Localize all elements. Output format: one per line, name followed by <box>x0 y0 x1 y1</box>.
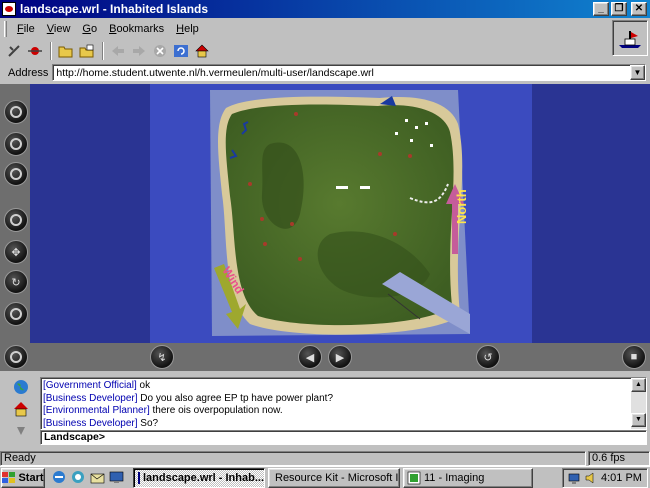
fps-readout: 0.6 fps <box>588 450 650 466</box>
straighten-button[interactable]: ↯ <box>150 345 174 369</box>
chat-input[interactable]: Landscape> <box>40 430 647 445</box>
start-button[interactable]: Start <box>1 467 45 488</box>
menu-help[interactable]: Help <box>170 23 205 35</box>
scroll-up-button[interactable]: ▲ <box>631 378 646 392</box>
chat-author: [Government Official] <box>43 380 137 391</box>
stop-icon[interactable] <box>150 41 170 61</box>
home-icon[interactable] <box>192 41 212 61</box>
plan-mode-button[interactable] <box>4 208 28 232</box>
pan-mode-button[interactable]: ✥ <box>4 240 28 264</box>
chat-message: [Business Developer] Do you also agree E… <box>43 393 644 406</box>
menu-view[interactable]: View <box>41 23 77 35</box>
start-label: Start <box>18 471 44 484</box>
island-scene: North Wind <box>0 84 650 344</box>
navigation-dashboard-left: ✥ ↻ <box>0 84 30 344</box>
menu-bookmarks[interactable]: Bookmarks <box>103 23 170 35</box>
status-text: Ready <box>0 450 586 466</box>
system-tray: 4:01 PM <box>562 467 648 488</box>
task-label: Resource Kit - Microsoft In... <box>275 471 400 484</box>
globe-icon[interactable] <box>12 378 30 396</box>
address-url: http://home.student.utwente.nl/h.vermeul… <box>56 66 374 79</box>
menu-bar: File View Go Bookmarks Help <box>0 19 650 39</box>
chat-message: [Environmental Planner] there ois overpo… <box>43 405 644 418</box>
next-viewpoint-button[interactable]: ▶ <box>328 345 352 369</box>
save-icon[interactable] <box>77 41 97 61</box>
roll-mode-button[interactable] <box>4 302 28 326</box>
quick-launch <box>51 469 125 486</box>
browser-logo-icon <box>612 20 648 56</box>
status-bar: Ready 0.6 fps <box>0 450 650 466</box>
vrml-viewport[interactable]: North Wind <box>0 84 650 344</box>
clock[interactable]: 4:01 PM <box>601 472 642 484</box>
chat-author: [Business Developer] <box>43 417 138 429</box>
task-label: 11 - Imaging <box>424 471 485 484</box>
fly-mode-button[interactable] <box>4 132 28 156</box>
minimize-button[interactable]: _ <box>593 2 609 16</box>
task-resource-kit[interactable]: Resource Kit - Microsoft In... <box>268 467 400 488</box>
chat-author: [Business Developer] <box>43 392 138 404</box>
chat-message: [Government Official] ok <box>43 380 644 393</box>
fit-view-button[interactable]: ■ <box>622 345 646 369</box>
study-mode-button[interactable] <box>4 162 28 186</box>
chat-text: So? <box>140 417 159 429</box>
address-dropdown-button[interactable]: ▼ <box>630 65 645 80</box>
north-label: North <box>454 189 469 224</box>
home-avatar-icon[interactable] <box>12 400 30 418</box>
task-label: landscape.wrl - Inhab... <box>142 471 264 484</box>
windows-logo-icon <box>2 471 16 483</box>
chat-text: Do you also agree EP tp have power plant… <box>140 392 334 404</box>
chat-scrollbar[interactable]: ▲ ▼ <box>631 378 646 429</box>
chat-text: ok <box>139 380 151 391</box>
scroll-down-button[interactable]: ▼ <box>631 413 646 427</box>
title-bar: landscape.wrl - Inhabited Islands _ ❐ ✕ <box>0 0 650 18</box>
network-icon <box>568 473 580 484</box>
navigation-dashboard-bottom: ↯ ◀ ▶ ↺ ■ <box>0 343 650 371</box>
walk-mode-button[interactable] <box>4 100 28 124</box>
task-imaging[interactable]: 11 - Imaging <box>403 467 533 488</box>
address-field[interactable]: http://home.student.utwente.nl/h.vermeul… <box>52 64 646 81</box>
restore-button[interactable]: ❐ <box>611 2 627 16</box>
back-arrow-icon[interactable] <box>108 41 128 61</box>
mail-quicklaunch-icon[interactable] <box>89 469 106 486</box>
turn-mode-button[interactable]: ↻ <box>4 270 28 294</box>
browser-quicklaunch-icon[interactable] <box>51 469 68 486</box>
chat-panel: [Government Official] ok [Business Devel… <box>0 373 650 446</box>
address-label: Address <box>8 66 49 79</box>
desktop-quicklaunch-icon[interactable] <box>108 469 125 486</box>
arrow-down-icon[interactable] <box>12 422 30 440</box>
previous-viewpoint-button[interactable]: ◀ <box>298 345 322 369</box>
link-tool-icon[interactable] <box>4 41 24 61</box>
outlook-quicklaunch-icon[interactable] <box>70 469 87 486</box>
toolbar <box>0 40 610 62</box>
gravity-button[interactable] <box>4 345 28 369</box>
restore-viewpoint-button[interactable]: ↺ <box>476 345 500 369</box>
open-folder-icon[interactable] <box>56 41 76 61</box>
taskbar: Start landscape.wrl - Inhab... Resource … <box>0 466 650 488</box>
address-bar: Address http://home.student.utwente.nl/h… <box>0 63 650 82</box>
app-icon[interactable] <box>2 2 16 16</box>
chat-message: [Business Developer] So? <box>43 417 644 430</box>
chat-log[interactable]: [Government Official] ok [Business Devel… <box>40 377 647 430</box>
menu-grip <box>4 21 7 37</box>
chat-text: there ois overpopulation now. <box>152 405 283 416</box>
close-button[interactable]: ✕ <box>631 2 647 16</box>
forward-arrow-icon[interactable] <box>129 41 149 61</box>
window-title: landscape.wrl - Inhabited Islands <box>20 2 209 16</box>
bookmark-tool-icon[interactable] <box>25 41 45 61</box>
chat-input-prompt: Landscape> <box>44 431 105 443</box>
chat-author: [Environmental Planner] <box>43 405 150 416</box>
refresh-icon[interactable] <box>171 41 191 61</box>
menu-go[interactable]: Go <box>76 23 103 35</box>
menu-file[interactable]: File <box>11 23 41 35</box>
task-landscape[interactable]: landscape.wrl - Inhab... <box>133 467 265 488</box>
volume-icon <box>585 472 594 483</box>
